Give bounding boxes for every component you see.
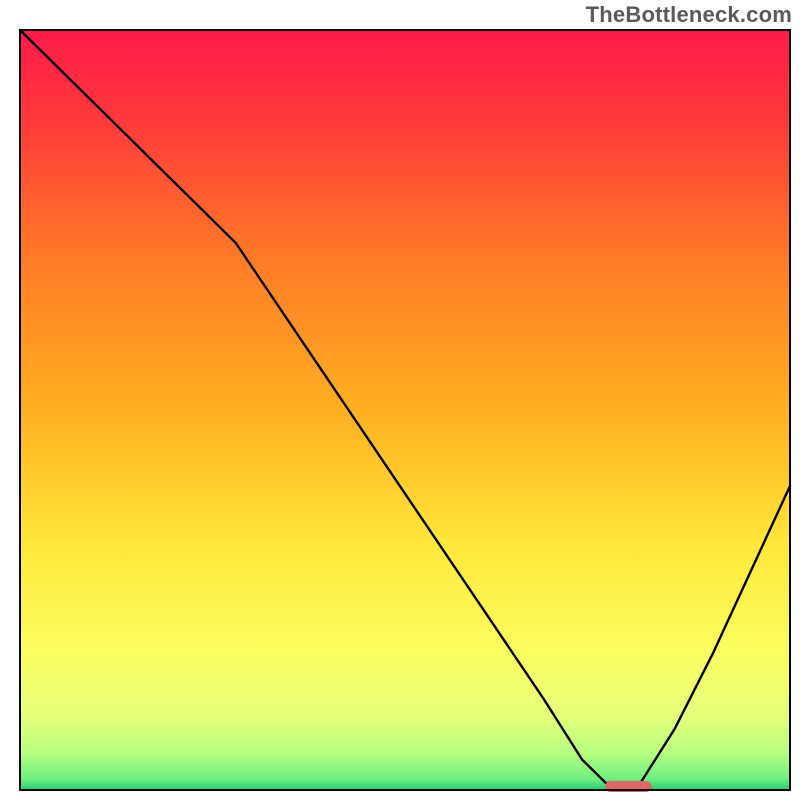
watermark-text: TheBottleneck.com [586, 2, 792, 28]
chart-container: TheBottleneck.com [0, 0, 800, 800]
chart-svg [0, 0, 800, 800]
